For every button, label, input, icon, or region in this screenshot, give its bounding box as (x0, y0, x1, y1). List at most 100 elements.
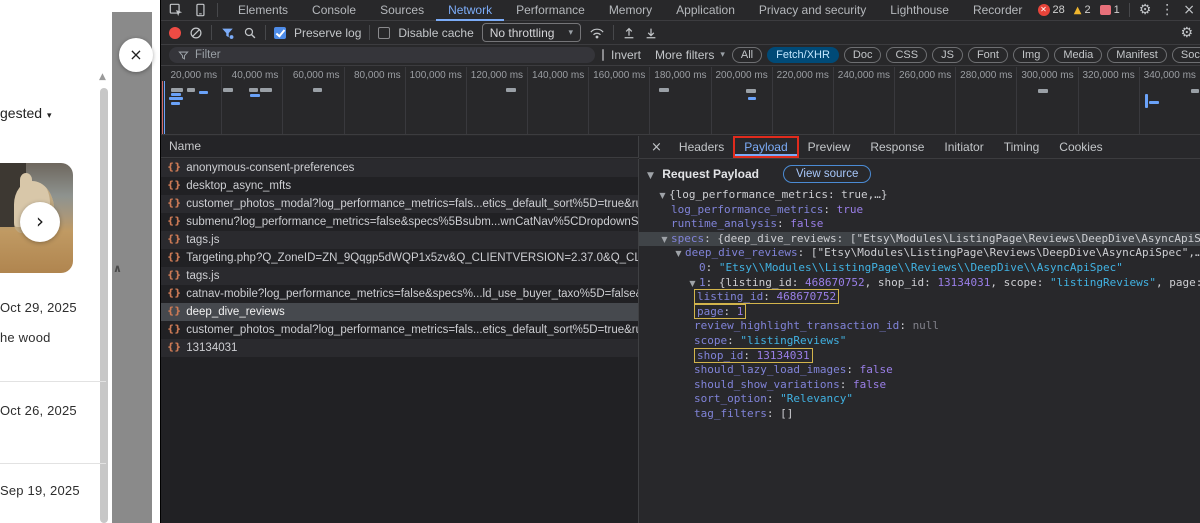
filter-pill-js[interactable]: JS (932, 47, 963, 63)
fetch-icon: {} (167, 321, 181, 339)
filter-pill-img[interactable]: Img (1013, 47, 1049, 63)
request-row[interactable]: {}tags.js (161, 267, 638, 285)
close-details-icon[interactable]: × (645, 140, 668, 155)
overview-request-bar (169, 97, 183, 100)
overview-request-bar (1145, 94, 1148, 108)
request-row[interactable]: {}anonymous-consent-preferences (161, 159, 638, 177)
tab-application[interactable]: Application (664, 0, 747, 21)
throttling-select[interactable]: No throttling ▾ (482, 23, 581, 42)
payload-line[interactable]: ▼specs: {deep_dive_reviews: ["Etsy\Modul… (639, 232, 1200, 247)
payload-separator: : (704, 232, 717, 245)
details-tab-response[interactable]: Response (861, 138, 933, 156)
import-har-icon[interactable] (622, 26, 636, 40)
warning-badge[interactable]: ▲2 (1074, 4, 1091, 16)
filter-toggle-icon[interactable] (220, 26, 235, 40)
filter-pill-media[interactable]: Media (1054, 47, 1102, 63)
tab-lighthouse[interactable]: Lighthouse (878, 0, 961, 21)
timeline-tick: 320,000 ms (1079, 67, 1140, 135)
details-tab-cookies[interactable]: Cookies (1050, 138, 1111, 156)
reviews-sort-dropdown[interactable]: gested▾ (0, 105, 52, 121)
payload-line: scope: "listingReviews" (639, 334, 1200, 349)
request-payload-section-toggle[interactable]: ▼ Request Payload (647, 167, 759, 181)
filter-placeholder: Filter (195, 49, 221, 61)
issues-badge[interactable]: 1 (1100, 4, 1120, 16)
invert-checkbox[interactable] (602, 49, 604, 61)
search-icon[interactable] (243, 26, 257, 40)
tab-privacy-and-security[interactable]: Privacy and security (747, 0, 878, 21)
payload-value: 13134031 (757, 349, 810, 362)
request-row[interactable]: {}13134031 (161, 339, 638, 357)
inspect-element-icon[interactable] (169, 3, 183, 17)
disable-cache-label: Disable cache (398, 26, 473, 40)
timeline-tick: 140,000 ms (528, 67, 589, 135)
payload-key: review_highlight_transaction_id (694, 319, 899, 332)
fetch-icon: {} (167, 267, 181, 285)
details-tab-payload[interactable]: Payload (735, 138, 796, 156)
expand-arrow-icon[interactable]: ▼ (672, 247, 685, 262)
tab-network[interactable]: Network (436, 0, 504, 21)
more-options-icon[interactable]: ⋮ (1160, 2, 1174, 18)
review-date: Sep 19, 2025 (0, 483, 80, 498)
overview-request-bar (746, 89, 756, 93)
device-toolbar-icon[interactable] (193, 3, 207, 17)
payload-key: runtime_analysis (671, 217, 777, 230)
settings-gear-icon[interactable]: ⚙ (1139, 2, 1152, 18)
expand-arrow-icon[interactable]: ▼ (658, 233, 671, 248)
timeline-tick: 160,000 ms (589, 67, 650, 135)
request-row[interactable]: {}customer_photos_modal?log_performance_… (161, 195, 638, 213)
expand-arrow-icon[interactable]: ▼ (656, 189, 669, 204)
payload-line[interactable]: ▼{log_performance_metrics: true,…} (639, 188, 1200, 203)
request-row[interactable]: {}Targeting.php?Q_ZoneID=ZN_9Qqgp5dWQP1x… (161, 249, 638, 267)
filter-pill-font[interactable]: Font (968, 47, 1008, 63)
tab-sources[interactable]: Sources (368, 0, 436, 21)
error-badge[interactable]: ✕28 (1038, 4, 1065, 16)
filter-pill-doc[interactable]: Doc (844, 47, 882, 63)
details-tab-initiator[interactable]: Initiator (935, 138, 992, 156)
clear-button[interactable] (189, 26, 203, 40)
payload-preview-segment: "listingReviews" (1050, 276, 1156, 289)
filter-pill-fetch-xhr[interactable]: Fetch/XHR (767, 47, 839, 63)
tab-recorder[interactable]: Recorder (961, 0, 1034, 21)
modal-close-button[interactable]: × (119, 38, 153, 72)
request-row[interactable]: {}customer_photos_modal?log_performance_… (161, 321, 638, 339)
fetch-icon: {} (167, 159, 181, 177)
page-scrollbar[interactable] (100, 88, 108, 523)
payload-separator: : (777, 217, 790, 230)
request-row[interactable]: {}submenu?log_performance_metrics=false&… (161, 213, 638, 231)
export-har-icon[interactable] (644, 26, 658, 40)
filter-pill-all[interactable]: All (732, 47, 762, 63)
payload-key: 0 (699, 261, 706, 274)
request-row[interactable]: {}tags.js (161, 231, 638, 249)
filter-pill-css[interactable]: CSS (886, 47, 927, 63)
preserve-log-checkbox[interactable] (274, 27, 286, 39)
photo-next-button[interactable]: › (20, 202, 60, 242)
request-row[interactable]: {}deep_dive_reviews (161, 303, 638, 321)
details-tab-timing[interactable]: Timing (995, 138, 1049, 156)
network-conditions-icon[interactable] (589, 26, 605, 40)
payload-value: "Relevancy" (780, 392, 853, 405)
details-tab-headers[interactable]: Headers (670, 138, 733, 156)
view-source-button[interactable]: View source (783, 165, 871, 183)
tab-memory[interactable]: Memory (597, 0, 664, 21)
payload-line[interactable]: ▼1: {listing_id: 468670752, shop_id: 131… (639, 276, 1200, 291)
filter-pill-socket[interactable]: Socket (1172, 47, 1200, 63)
tab-performance[interactable]: Performance (504, 0, 597, 21)
filter-input[interactable]: Filter (169, 47, 595, 63)
tab-elements[interactable]: Elements (226, 0, 300, 21)
scrollbar-up-icon[interactable]: ▲ (99, 72, 106, 82)
request-row[interactable]: {}catnav-mobile?log_performance_metrics=… (161, 285, 638, 303)
network-overview[interactable]: 20,000 ms40,000 ms60,000 ms80,000 ms100,… (161, 67, 1200, 135)
request-row[interactable]: {}desktop_async_mfts (161, 177, 638, 195)
more-filters-button[interactable]: More filters ▾ (655, 48, 725, 62)
payload-key: page (697, 305, 724, 318)
tab-console[interactable]: Console (300, 0, 368, 21)
name-column-header[interactable]: Name (161, 136, 639, 158)
payload-line[interactable]: ▼deep_dive_reviews: ["Etsy\Modules\Listi… (639, 246, 1200, 261)
devtools-close-icon[interactable]: × (1183, 2, 1195, 18)
collapse-chevron-icon[interactable]: ∧ (113, 262, 122, 275)
filter-pill-manifest[interactable]: Manifest (1107, 47, 1167, 63)
disable-cache-checkbox[interactable] (378, 27, 390, 39)
network-settings-gear-icon[interactable]: ⚙ (1180, 25, 1193, 41)
record-button[interactable] (169, 27, 181, 39)
details-tab-preview[interactable]: Preview (799, 138, 860, 156)
